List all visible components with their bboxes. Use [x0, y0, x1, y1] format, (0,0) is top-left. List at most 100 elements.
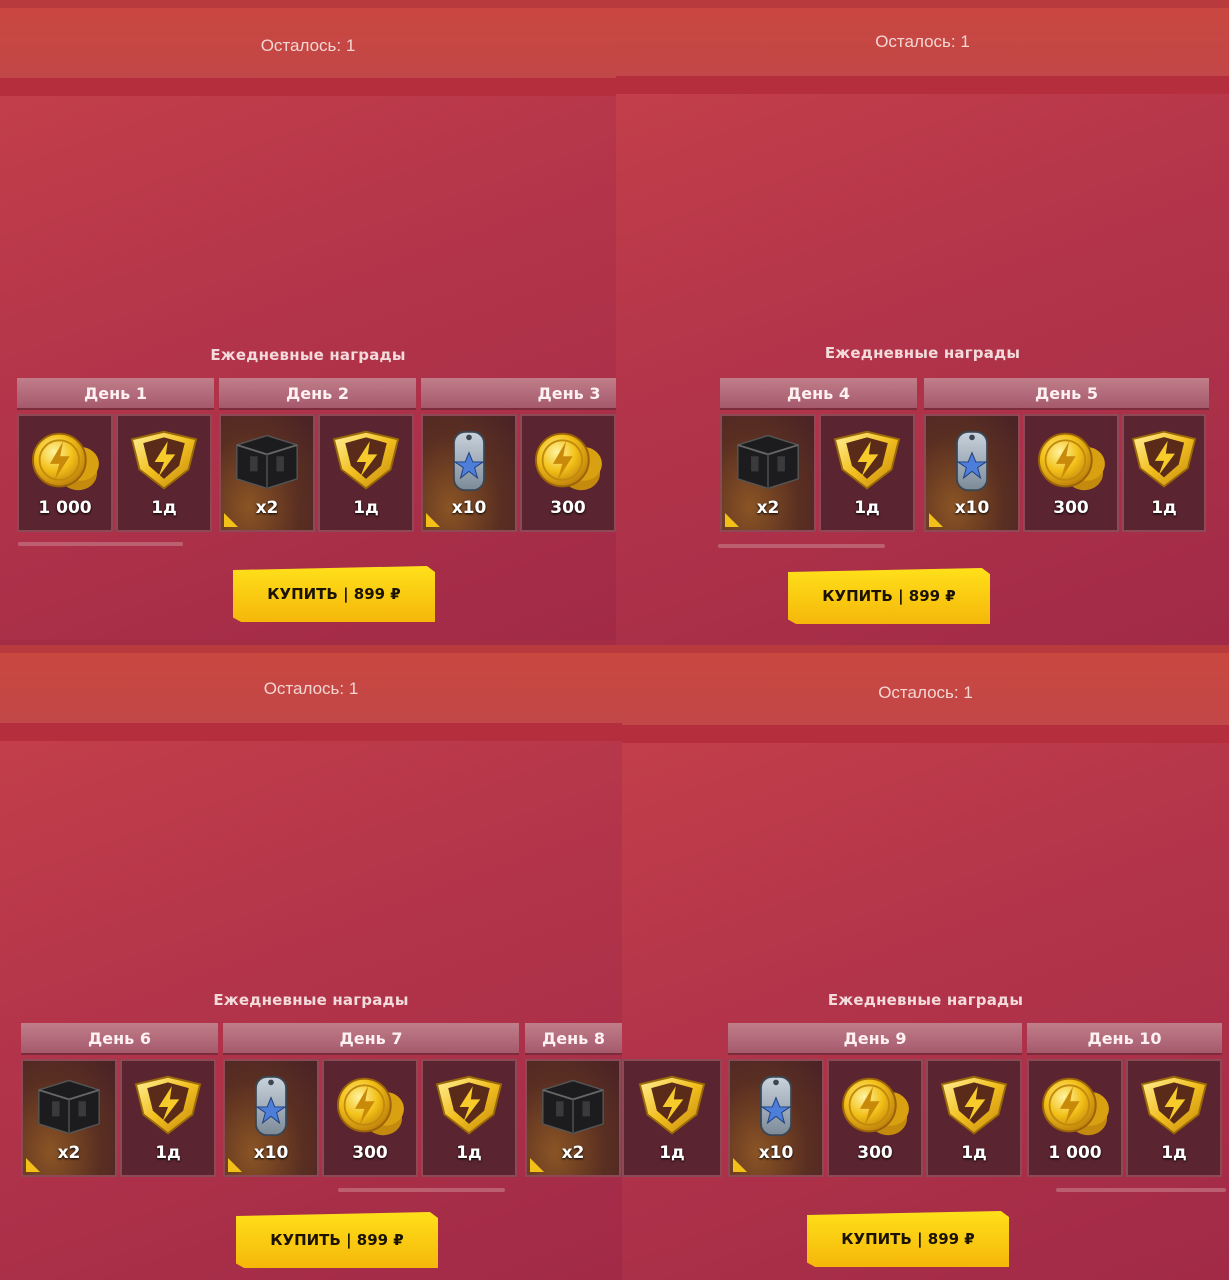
reward-count: 1д: [961, 1143, 987, 1163]
reward-count: 1д: [456, 1143, 482, 1163]
buy-button[interactable]: КУПИТЬ | 899 ₽: [788, 568, 990, 624]
reward-premium[interactable]: 1д: [421, 1059, 517, 1177]
reward-count: 1 000: [38, 498, 92, 518]
remaining-header: Осталось: 1: [622, 645, 1229, 725]
reward-coins[interactable]: 300: [520, 414, 616, 532]
reward-count: 300: [352, 1143, 388, 1163]
dog-tag-icon: [430, 428, 508, 494]
day-card-7: День 7 x10 300 1д: [223, 1023, 519, 1177]
black-chest-icon: [534, 1073, 612, 1139]
coin-stack-icon: [26, 428, 104, 494]
coin-stack-icon: [529, 428, 607, 494]
divider: [0, 723, 622, 741]
day-label: День 2: [219, 378, 416, 410]
reward-count: x10: [758, 1143, 794, 1163]
reward-chest[interactable]: x2: [720, 414, 816, 532]
reward-premium[interactable]: 1д: [1126, 1059, 1222, 1177]
dog-tag-icon: [933, 428, 1011, 494]
section-title: Ежедневные награды: [824, 344, 1021, 362]
offer-panel-2: Осталось: 1 Ежедневные награды День 4 x2…: [616, 0, 1229, 645]
offer-panel-3: Осталось: 1 Ежедневные награды День 6 x2…: [0, 645, 622, 1280]
reward-count: 1д: [353, 498, 379, 518]
reward-count: 1д: [155, 1143, 181, 1163]
day-label: День 6: [21, 1023, 218, 1055]
day-card-1: День 1 1 000 1д: [17, 378, 214, 532]
premium-shield-icon: [125, 428, 203, 494]
premium-shield-icon: [828, 428, 906, 494]
reward-count: 300: [857, 1143, 893, 1163]
buy-button[interactable]: КУПИТЬ | 899 ₽: [236, 1212, 438, 1268]
day-card-5: День 5 x10 300 1д: [924, 378, 1209, 532]
premium-shield-icon: [633, 1073, 711, 1139]
reward-premium[interactable]: 1д: [318, 414, 414, 532]
black-chest-icon: [30, 1073, 108, 1139]
scrollbar[interactable]: [18, 542, 183, 546]
divider: [0, 78, 616, 96]
dog-tag-icon: [232, 1073, 310, 1139]
reward-premium[interactable]: 1д: [622, 1059, 722, 1177]
reward-count: x2: [756, 498, 780, 518]
reward-count: x2: [561, 1143, 585, 1163]
reward-chest[interactable]: x2: [219, 414, 315, 532]
reward-coins[interactable]: 1 000: [1027, 1059, 1123, 1177]
divider: [616, 76, 1229, 94]
day-card-3: День 3 x10 300 1д: [421, 378, 616, 532]
reward-premium[interactable]: 1д: [116, 414, 212, 532]
reward-premium[interactable]: 1д: [926, 1059, 1022, 1177]
reward-count: 1д: [151, 498, 177, 518]
reward-coins[interactable]: 300: [827, 1059, 923, 1177]
divider: [622, 725, 1229, 743]
scrollbar[interactable]: [1056, 1188, 1226, 1192]
reward-token[interactable]: x10: [728, 1059, 824, 1177]
premium-shield-icon: [1127, 428, 1201, 492]
reward-count: 1д: [1161, 1143, 1187, 1163]
reward-premium[interactable]: 1д: [1122, 414, 1206, 532]
coin-stack-icon: [1036, 1073, 1114, 1139]
scrollbar[interactable]: [338, 1188, 505, 1192]
day-label: День 1: [17, 378, 214, 410]
reward-coins[interactable]: 300: [1023, 414, 1119, 532]
section-title: Ежедневные награды: [210, 346, 406, 364]
reward-count: x2: [57, 1143, 81, 1163]
day-card-8-cont: 1д: [622, 1023, 722, 1177]
remaining-label: Осталось: 1: [875, 32, 970, 51]
buy-button[interactable]: КУПИТЬ | 899 ₽: [807, 1211, 1009, 1267]
day-card-6: День 6 x2 1д: [21, 1023, 218, 1177]
premium-shield-icon: [327, 428, 405, 494]
reward-count: 300: [550, 498, 586, 518]
reward-token[interactable]: x10: [924, 414, 1020, 532]
day-card-9: День 9 x10 300 1д: [728, 1023, 1022, 1177]
scrollbar[interactable]: [718, 544, 885, 548]
reward-token[interactable]: x10: [421, 414, 517, 532]
reward-chest[interactable]: x2: [21, 1059, 117, 1177]
reward-count: 1д: [854, 498, 880, 518]
coin-stack-icon: [836, 1073, 914, 1139]
reward-coins[interactable]: 1 000: [17, 414, 113, 532]
reward-count: 1 000: [1048, 1143, 1102, 1163]
day-label: День 5: [924, 378, 1209, 410]
reward-premium[interactable]: 1д: [120, 1059, 216, 1177]
reward-coins[interactable]: 300: [322, 1059, 418, 1177]
day-card-8: День 8 x2: [525, 1023, 622, 1177]
day-label: День 10: [1027, 1023, 1222, 1055]
reward-count: x10: [954, 498, 990, 518]
buy-button[interactable]: КУПИТЬ | 899 ₽: [233, 566, 435, 622]
reward-count: 1д: [1151, 498, 1177, 518]
section-title: Ежедневные награды: [827, 991, 1024, 1009]
section-title: Ежедневные награды: [213, 991, 409, 1009]
coin-stack-icon: [331, 1073, 409, 1139]
remaining-label: Осталось: 1: [260, 36, 356, 55]
remaining-header: Осталось: 1: [0, 645, 622, 723]
day-card-10: День 10 1 000 1д: [1027, 1023, 1222, 1177]
black-chest-icon: [228, 428, 306, 494]
premium-shield-icon: [935, 1073, 1013, 1139]
reward-premium[interactable]: 1д: [819, 414, 915, 532]
reward-token[interactable]: x10: [223, 1059, 319, 1177]
remaining-label: Осталось: 1: [263, 679, 359, 698]
reward-count: x2: [255, 498, 279, 518]
day-label: День 8: [525, 1023, 622, 1055]
reward-chest[interactable]: x2: [525, 1059, 621, 1177]
reward-count: 300: [1053, 498, 1089, 518]
premium-shield-icon: [1135, 1073, 1213, 1139]
reward-count: x10: [451, 498, 487, 518]
